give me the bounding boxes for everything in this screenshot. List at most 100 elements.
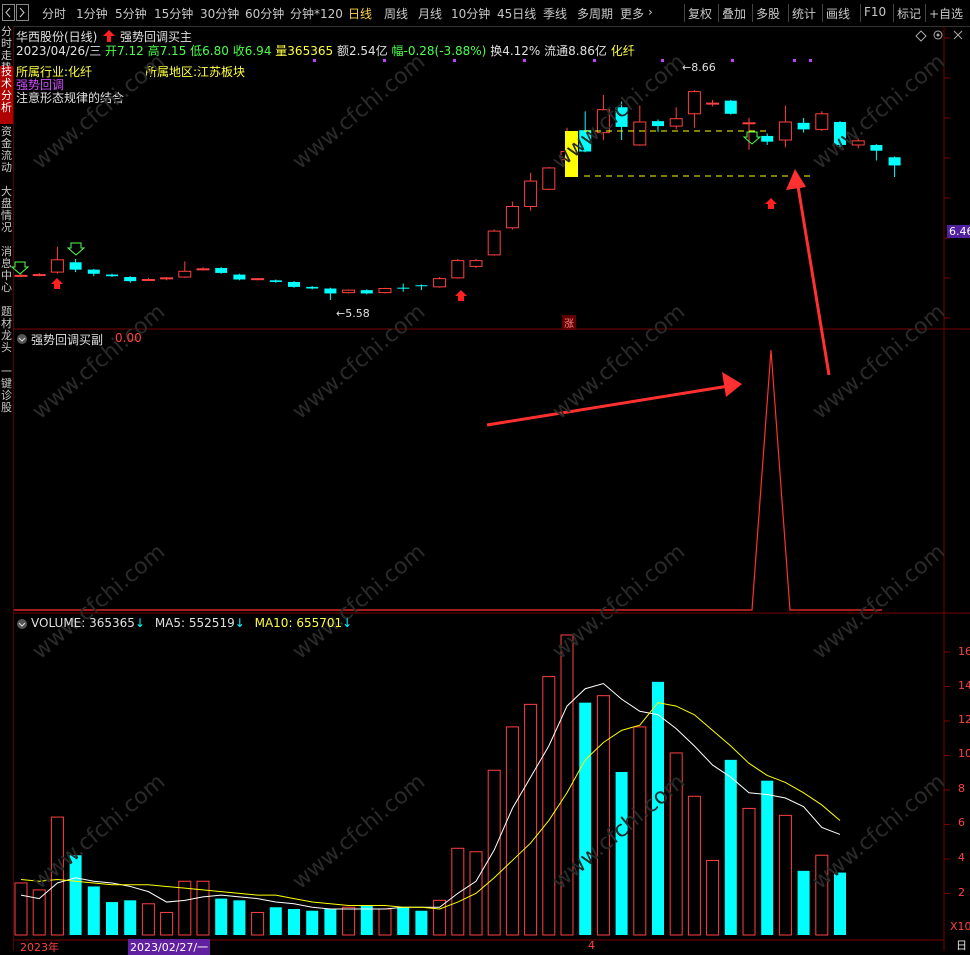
watermark: www.cfchi.com xyxy=(808,769,950,894)
chart-canvas[interactable]: www.cfchi.com www.cfchi.com www.cfchi.com w… xyxy=(0,0,970,951)
candle-body xyxy=(888,157,901,166)
candle-body xyxy=(415,285,428,287)
signal-dot xyxy=(523,59,526,62)
candle-body xyxy=(69,262,82,270)
watermark: www.cfchi.com xyxy=(28,769,170,894)
volume-title: VOLUME: xyxy=(31,616,86,630)
limit-up-badge: 涨 xyxy=(562,315,576,330)
down-arrow-icon: ↓ xyxy=(342,616,353,630)
volume-bar xyxy=(687,795,701,936)
high-price-marker: ←8.66 xyxy=(682,61,716,74)
candle-body xyxy=(342,289,356,294)
annotation-arrowhead xyxy=(786,169,806,190)
date-label-month: 4 xyxy=(588,939,595,952)
volume-axis-tick: 10 xyxy=(958,747,970,760)
watermark: www.cfchi.com xyxy=(548,539,690,664)
annotation-arrow xyxy=(486,383,736,427)
down-arrow-icon xyxy=(10,261,30,275)
candle-body xyxy=(742,122,756,125)
annotation-arrow xyxy=(795,179,831,376)
candle-body xyxy=(433,278,447,288)
candle-body xyxy=(269,280,282,282)
volume-bar xyxy=(269,907,282,935)
signal-dot xyxy=(793,59,796,62)
collapse-icon[interactable] xyxy=(16,333,28,345)
candle-body xyxy=(106,274,118,277)
candle-body xyxy=(451,260,465,279)
up-arrow-icon xyxy=(765,198,777,209)
ma5-label: MA5: xyxy=(154,616,186,630)
volume-bar xyxy=(397,907,410,935)
volume-bar xyxy=(542,676,556,936)
indicator-value: 0.00 xyxy=(115,331,142,345)
candle-body xyxy=(160,277,174,280)
volume-axis-tick: 4 xyxy=(958,851,965,864)
volume-value: 365365 xyxy=(89,616,135,630)
volume-bar xyxy=(106,902,118,935)
candle-body xyxy=(360,290,373,294)
candle-body xyxy=(761,135,774,142)
volume-bar xyxy=(141,903,155,936)
candle-body xyxy=(378,288,392,294)
volume-bar xyxy=(233,900,246,935)
axis-unit: X10 xyxy=(950,920,970,933)
watermark: www.cfchi.com xyxy=(808,49,950,174)
volume-bar xyxy=(724,759,737,935)
candle-body xyxy=(542,167,556,190)
signal-dot xyxy=(593,59,596,62)
watermark: www.cfchi.com xyxy=(28,49,170,174)
down-arrow-icon: ↓ xyxy=(234,616,245,630)
date-label-cursor: 2023/02/27/一 xyxy=(128,939,211,955)
watermark: www.cfchi.com xyxy=(28,299,170,424)
volume-bar xyxy=(32,889,46,936)
volume-bar xyxy=(342,906,356,936)
ma10-label: MA10: xyxy=(254,616,293,630)
annotation-arrowhead xyxy=(722,372,742,397)
volume-axis-tick: 16 xyxy=(958,645,970,658)
up-arrow-icon xyxy=(51,278,63,289)
volume-bar xyxy=(797,870,810,935)
collapse-icon[interactable] xyxy=(16,618,28,630)
ma10-value: 655701 xyxy=(296,616,343,630)
volume-bar xyxy=(324,908,337,935)
watermark: www.cfchi.com xyxy=(808,539,950,664)
volume-legend: VOLUME: 365365↓ MA5: 552519↓ MA10: 65570… xyxy=(31,616,352,630)
volume-bar xyxy=(706,859,720,936)
candle-body xyxy=(14,274,28,277)
watermark: www.cfchi.com xyxy=(28,539,170,664)
volume-bar xyxy=(215,898,228,935)
candle-body xyxy=(469,260,483,267)
volume-bar xyxy=(524,703,538,936)
candle-body xyxy=(324,288,337,294)
watermark: www.cfchi.com xyxy=(288,539,430,664)
volume-bar xyxy=(596,695,610,936)
volume-bar xyxy=(778,814,792,936)
candle-body xyxy=(141,278,155,281)
signal-dot xyxy=(383,59,386,62)
candle-body xyxy=(505,205,519,229)
candle-body xyxy=(124,277,137,282)
down-arrow-icon xyxy=(742,131,762,145)
signal-dot xyxy=(809,59,812,62)
candle-body xyxy=(706,102,720,105)
watermark: www.cfchi.com xyxy=(548,49,690,174)
down-arrow-icon xyxy=(66,242,86,256)
candle-body xyxy=(87,269,100,274)
candle-body xyxy=(288,281,300,287)
volume-bar xyxy=(378,908,392,936)
ma5-value: 552519 xyxy=(188,616,235,630)
date-label-year: 2023年 xyxy=(20,941,59,954)
signal-dot xyxy=(731,59,734,62)
volume-bar xyxy=(761,780,774,935)
volume-bar xyxy=(487,769,501,936)
volume-bar xyxy=(742,807,756,936)
signal-dot xyxy=(313,59,316,62)
volume-bar xyxy=(451,847,465,936)
volume-axis-tick: 8 xyxy=(958,782,965,795)
candle-body xyxy=(397,287,410,289)
volume-bar xyxy=(415,910,428,935)
volume-bar xyxy=(433,899,447,936)
candle-body xyxy=(50,259,64,273)
down-arrow-icon: ↓ xyxy=(134,616,145,630)
candle-body xyxy=(215,268,228,273)
